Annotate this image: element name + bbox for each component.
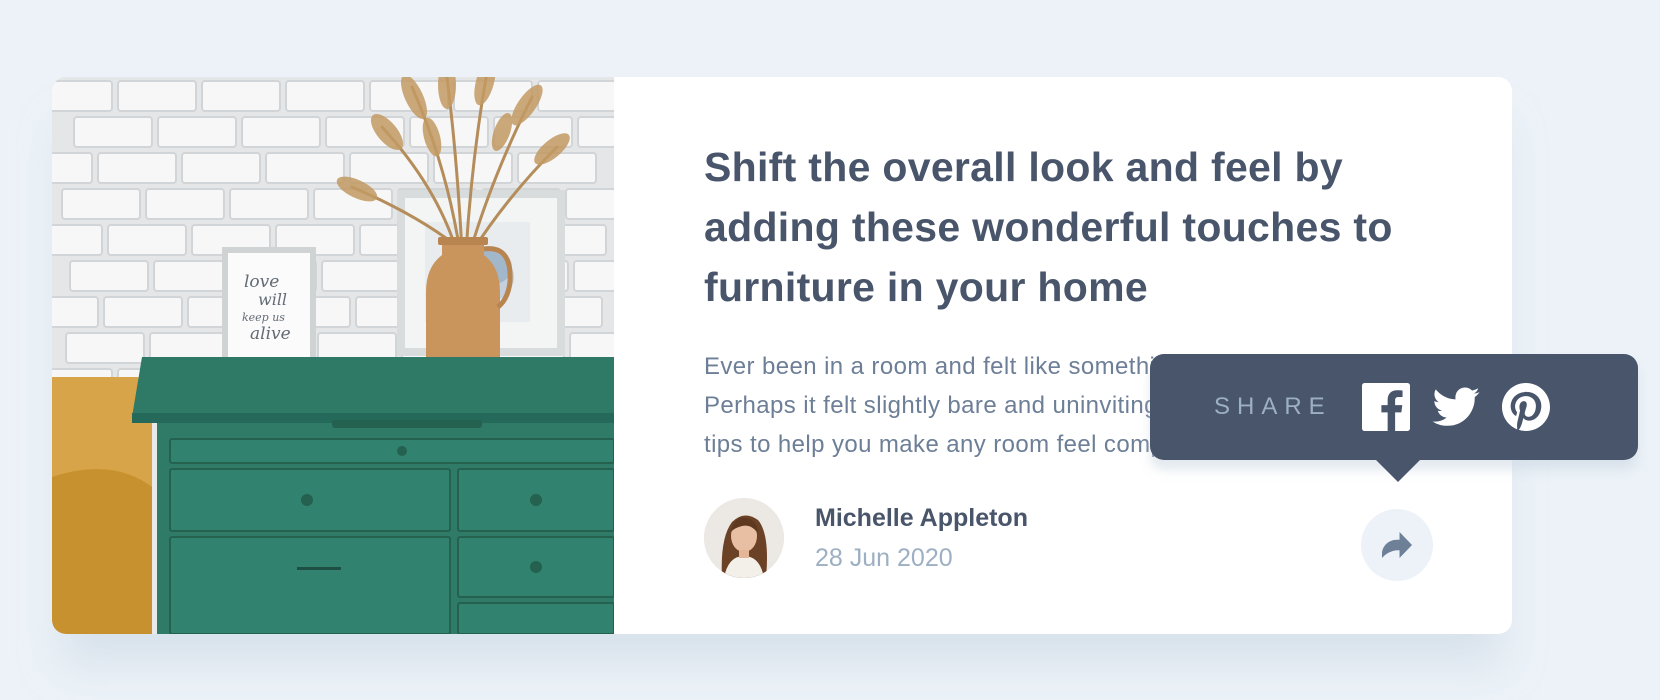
frame-text-3: keep us [242, 311, 285, 324]
publish-date: 28 Jun 2020 [815, 544, 953, 572]
frame-text-1: love [244, 272, 279, 292]
article-title[interactable]: Shift the overall look and feel by addin… [704, 137, 1424, 317]
facebook-link[interactable] [1361, 383, 1410, 431]
pinterest-link[interactable] [1501, 383, 1550, 431]
share-label: SHARE [1214, 393, 1332, 420]
facebook-icon [1361, 383, 1410, 431]
twitter-link[interactable] [1432, 383, 1480, 431]
frame-text-2: will [258, 290, 287, 309]
frame-text-4: alive [250, 324, 291, 344]
author-info: Michelle Appleton 28 Jun 2020 [815, 501, 1028, 575]
avatar [704, 498, 784, 578]
author-name: Michelle Appleton [815, 504, 1028, 532]
article-image: love will keep us alive [52, 77, 614, 634]
share-tooltip: SHARE [1150, 354, 1638, 482]
twitter-icon [1432, 387, 1480, 426]
pinterest-icon [1501, 383, 1550, 431]
share-button[interactable] [1361, 509, 1433, 581]
author-section: Michelle Appleton 28 Jun 2020 [704, 498, 1028, 578]
share-icon [1382, 532, 1412, 558]
